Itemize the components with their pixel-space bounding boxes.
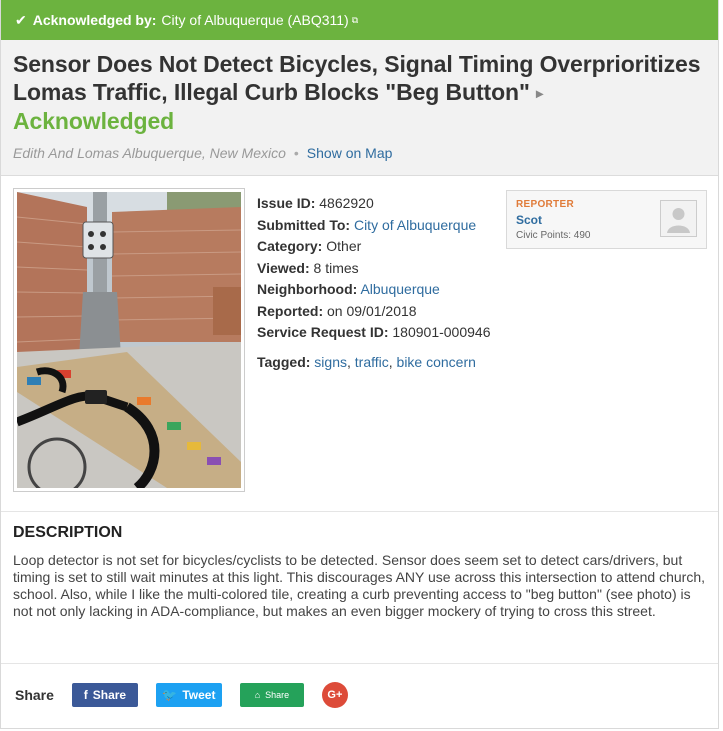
service-request-row: Service Request ID: 180901-000946: [257, 322, 491, 344]
issue-detail: Issue ID: 4862920 Submitted To: City of …: [1, 176, 718, 512]
tagged-label: Tagged:: [257, 353, 311, 370]
submitted-label: Submitted To:: [257, 216, 351, 233]
status-label: Acknowledged: [13, 108, 175, 134]
service-request-label: Service Request ID:: [257, 324, 389, 340]
issue-photo-image: [17, 192, 241, 488]
page-title: Sensor Does Not Detect Bicycles, Signal …: [13, 50, 706, 135]
nextdoor-share-button[interactable]: ⌂ Share: [239, 683, 304, 707]
avatar[interactable]: [660, 200, 697, 237]
civic-points-label: Civic Points:: [516, 230, 572, 241]
share-bar: Share f Share 🐦 Tweet ⌂ Share G+: [1, 664, 718, 726]
tags-row: Tagged: signs, traffic, bike concern: [257, 352, 491, 374]
neighborhood-row: Neighborhood: Albuquerque: [257, 279, 491, 301]
submitted-to-link[interactable]: City of Albuquerque: [354, 217, 476, 233]
reported-value: on 09/01/2018: [327, 302, 417, 319]
issue-id-row: Issue ID: 4862920: [257, 193, 491, 215]
issue-page: ✔ Acknowledged by: City of Albuquerque (…: [0, 0, 719, 729]
google-plus-button[interactable]: G+: [321, 682, 348, 708]
submitted-row: Submitted To: City of Albuquerque: [257, 215, 491, 237]
issue-id-value: 4862920: [319, 195, 374, 211]
ack-org-link[interactable]: City of Albuquerque (ABQ311): [161, 12, 348, 28]
reported-row: Reported: on 09/01/2018: [257, 301, 491, 323]
category-value: Other: [326, 238, 362, 254]
description-heading: DESCRIPTION: [13, 524, 123, 541]
tag-separator: ,: [346, 353, 351, 370]
location-text: Edith And Lomas Albuquerque, New Mexico: [13, 145, 286, 161]
acknowledged-bar: ✔ Acknowledged by: City of Albuquerque (…: [1, 0, 718, 40]
issue-header: Sensor Does Not Detect Bicycles, Signal …: [1, 40, 718, 176]
tag-separator: ,: [388, 353, 393, 370]
category-label: Category:: [257, 238, 323, 254]
issue-id-label: Issue ID:: [257, 195, 316, 211]
category-row: Category: Other: [257, 236, 491, 258]
facebook-icon: f: [83, 688, 88, 702]
share-label: Share: [15, 687, 54, 703]
user-silhouette-icon: [661, 201, 696, 236]
issue-photo[interactable]: [13, 188, 245, 492]
tag-link[interactable]: signs: [314, 354, 347, 370]
viewed-row: Viewed: 8 times: [257, 258, 491, 280]
twitter-tweet-button[interactable]: 🐦 Tweet: [155, 683, 222, 707]
facebook-share-label: Share: [92, 688, 127, 702]
viewed-label: Viewed:: [257, 259, 310, 276]
service-request-value: 180901-000946: [392, 324, 491, 340]
viewed-value: 8 times: [313, 259, 359, 276]
issue-title: Sensor Does Not Detect Bicycles, Signal …: [13, 51, 701, 105]
neighborhood-label: Neighborhood:: [257, 281, 358, 297]
neighborhood-link[interactable]: Albuquerque: [360, 281, 439, 297]
twitter-icon: 🐦: [162, 688, 178, 702]
nextdoor-icon: ⌂: [254, 690, 261, 700]
civic-points-value: 490: [573, 230, 591, 241]
show-on-map-link[interactable]: Show on Map: [307, 145, 393, 161]
reporter-card: REPORTER Scot Civic Points: 490: [506, 190, 707, 249]
reported-label: Reported:: [257, 302, 324, 319]
tag-link[interactable]: traffic: [355, 354, 389, 370]
google-plus-icon: G+: [327, 689, 343, 701]
description-section: DESCRIPTION Loop detector is not set for…: [1, 512, 718, 664]
location-line: Edith And Lomas Albuquerque, New Mexico •…: [13, 145, 706, 161]
separator-dot: •: [293, 145, 299, 161]
ack-prefix: Acknowledged by:: [32, 12, 157, 28]
tag-link[interactable]: bike concern: [397, 354, 476, 370]
nextdoor-share-label: Share: [265, 690, 290, 700]
twitter-tweet-label: Tweet: [182, 688, 216, 702]
external-link-icon: ⧉: [351, 14, 359, 25]
check-icon: ✔: [15, 11, 27, 28]
description-text: Loop detector is not set for bicycles/cy…: [13, 552, 706, 619]
facebook-share-button[interactable]: f Share: [71, 683, 138, 707]
arrow-right-icon: ▸: [536, 85, 544, 101]
issue-info: Issue ID: 4862920 Submitted To: City of …: [257, 193, 491, 373]
